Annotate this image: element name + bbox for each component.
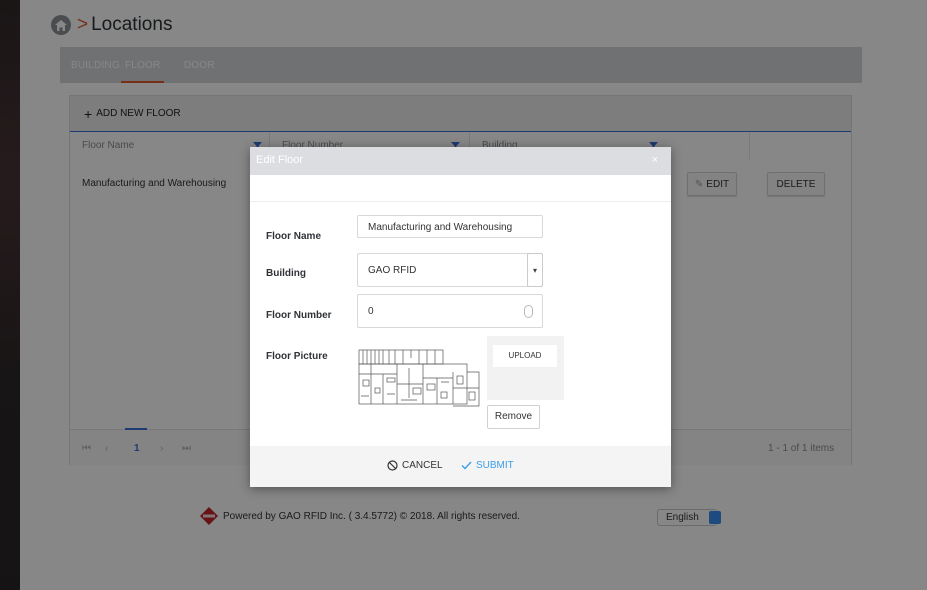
building-select[interactable]: GAO RFID ▾ <box>357 253 543 287</box>
edit-floor-dialog: Edit Floor × Floor Name Manufacturing an… <box>250 147 671 487</box>
submit-button[interactable]: SUBMIT <box>461 460 514 471</box>
checkmark-icon <box>461 461 472 470</box>
cancel-button[interactable]: CANCEL <box>387 460 443 471</box>
close-icon[interactable]: × <box>652 154 658 166</box>
building-label: Building <box>266 268 306 279</box>
cancel-label: CANCEL <box>402 460 443 471</box>
upload-button[interactable]: UPLOAD <box>493 345 557 367</box>
dialog-title: Edit Floor <box>256 154 304 166</box>
floor-number-value: 0 <box>368 306 374 317</box>
floor-picture-label: Floor Picture <box>266 351 328 362</box>
divider <box>250 201 671 202</box>
dropdown-caret-icon[interactable]: ▾ <box>527 253 543 287</box>
dialog-header: Edit Floor × <box>250 147 671 175</box>
floor-plan-thumbnail <box>358 349 480 407</box>
remove-button[interactable]: Remove <box>487 405 540 429</box>
dialog-footer: CANCEL SUBMIT <box>250 446 671 487</box>
floor-number-label: Floor Number <box>266 310 332 321</box>
building-value: GAO RFID <box>368 265 417 276</box>
stepper-arrows-icon[interactable] <box>524 305 533 318</box>
floor-name-input[interactable]: Manufacturing and Warehousing <box>357 215 543 238</box>
floor-name-label: Floor Name <box>266 231 322 242</box>
floor-number-stepper[interactable]: 0 <box>357 294 543 328</box>
cancel-icon <box>387 460 398 471</box>
submit-label: SUBMIT <box>476 460 514 471</box>
